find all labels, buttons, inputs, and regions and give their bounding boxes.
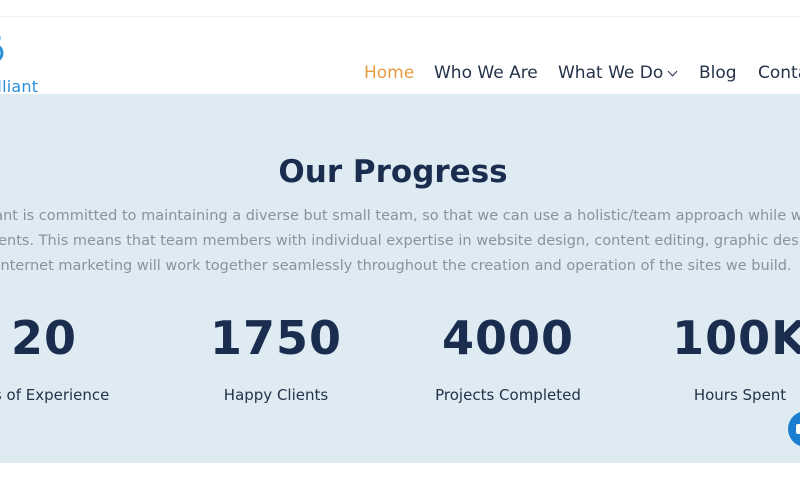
nav-blog[interactable]: Blog: [699, 63, 737, 83]
nav-what-we-do[interactable]: What We Do: [558, 63, 678, 83]
nav-what-we-do-label: What We Do: [558, 63, 664, 83]
stat-value: 4000: [441, 311, 575, 365]
section-title: Our Progress: [278, 154, 508, 190]
logo-b-icon: [0, 35, 4, 61]
main-nav: Home Who We Are What We Do Blog Conta: [0, 63, 800, 83]
description-line-2: ur clients. This means that team members…: [0, 233, 800, 249]
description-line-1: Brilliant is committed to maintaining a …: [0, 208, 800, 224]
stat-label: Projects Completed: [435, 386, 581, 404]
chevron-down-icon: [667, 66, 678, 77]
top-bar: [0, 0, 800, 17]
description-line-3: internet marketing will work together se…: [0, 258, 792, 274]
stat-value: 20: [10, 311, 77, 365]
stat-hours: 100K Hours Spent: [630, 310, 800, 404]
stat-label: Hours Spent: [693, 386, 787, 404]
progress-section: Our Progress Brilliant is committed to m…: [0, 94, 800, 463]
section-description: Brilliant is committed to maintaining a …: [0, 204, 800, 279]
stat-label: ars of Experience: [0, 386, 110, 404]
nav-who-we-are[interactable]: Who We Are: [434, 63, 538, 83]
stat-value: 100K: [672, 311, 800, 365]
stat-experience: 20 ars of Experience: [0, 310, 154, 404]
stat-label: Happy Clients: [223, 386, 329, 404]
nav-home[interactable]: Home: [364, 63, 414, 83]
stat-clients: 1750 Happy Clients: [166, 310, 386, 404]
stat-value: 1750: [209, 311, 343, 365]
chat-icon: [796, 424, 800, 434]
site-header: rilliant Home Who We Are What We Do Blog…: [0, 17, 800, 95]
stat-projects: 4000 Projects Completed: [398, 310, 618, 404]
nav-contact[interactable]: Conta: [758, 63, 800, 83]
